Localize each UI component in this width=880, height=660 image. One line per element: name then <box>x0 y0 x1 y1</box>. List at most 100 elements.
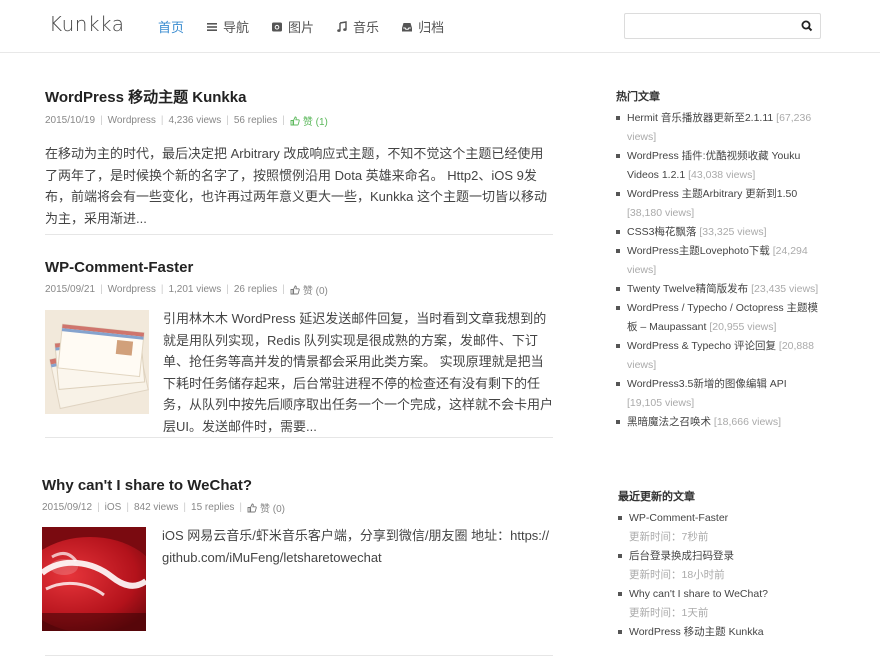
inbox-icon <box>402 22 413 31</box>
meta-separator: | <box>226 115 229 126</box>
list-item: WordPress 主题Arbitrary 更新到1.50 [38,180 vi… <box>616 185 824 223</box>
post-replies[interactable]: 26 replies <box>234 284 277 295</box>
recent-post-link[interactable]: WordPress 移动主题 Kunkka <box>629 626 764 638</box>
hot-post-views: [20,955 views] <box>709 321 777 333</box>
meta-separator: | <box>282 115 285 126</box>
meta-separator: | <box>183 502 187 513</box>
nav-item-label: 首页 <box>158 20 185 35</box>
meta-separator: | <box>126 502 129 513</box>
site-logo[interactable]: Kunkka <box>49 12 125 36</box>
thumbs-up-icon <box>247 503 257 512</box>
post-meta: 2015/09/12 | iOS | 842 views | 15 replie… <box>42 500 550 515</box>
nav-item-home[interactable]: 首页 <box>158 17 184 36</box>
post-title[interactable]: Why can't I share to WeChat? <box>42 477 550 494</box>
thumbs-up-icon <box>290 285 300 294</box>
recent-post-link[interactable]: WP-Comment-Faster <box>629 512 728 524</box>
hot-posts-list: Hermit 音乐播放器更新至2.1.11 [67,236 views] Wor… <box>616 109 824 432</box>
post-meta: 2015/10/19 | Wordpress | 4,236 views | 5… <box>45 113 553 128</box>
search-box <box>624 13 821 39</box>
list-item: Twenty Twelve精简版发布 [23,435 views] <box>616 280 824 299</box>
cola-can-image <box>42 527 146 631</box>
thumbs-up-icon <box>290 116 300 125</box>
list-item: 黑暗魔法之召唤术 [18,666 views] <box>616 413 824 432</box>
recent-post-time: 更新时间：7秒前 <box>629 531 709 543</box>
music-note-icon <box>337 20 347 32</box>
post-date: 2015/10/19 <box>45 115 96 126</box>
recent-post-time: 更新时间：1天前 <box>629 607 709 619</box>
hot-post-views: [38,180 views] <box>627 207 695 219</box>
list-item: WordPress & Typecho 评论回复 [20,888 views] <box>616 337 824 375</box>
like-count: 赞 (0) <box>302 286 328 297</box>
like-count: 赞 (1) <box>302 117 328 128</box>
meta-separator: | <box>160 115 164 126</box>
post-title[interactable]: WP-Comment-Faster <box>45 259 553 276</box>
hot-post-link[interactable]: WordPress主题Lovephoto下载 <box>627 245 770 257</box>
meta-separator: | <box>226 284 229 295</box>
nav-item-images[interactable]: 图片 <box>271 17 314 36</box>
hot-post-views: [23,435 views] <box>751 283 819 295</box>
post: WP-Comment-Faster 2015/09/21 | Wordpress… <box>45 259 553 297</box>
post-category[interactable]: iOS <box>105 502 122 513</box>
recent-post-link[interactable]: Why can't I share to WeChat? <box>629 588 768 600</box>
hot-post-link[interactable]: Twenty Twelve精简版发布 <box>627 283 748 295</box>
list-item: WordPress 移动主题 Kunkka <box>618 623 824 642</box>
post-divider <box>45 234 553 235</box>
list-item: 后台登录换成扫码登录 更新时间：18小时前 <box>618 547 824 585</box>
post-views: 1,201 views <box>168 284 222 295</box>
post-excerpt: iOS 网易云音乐/虾米音乐客户端，分享到微信/朋友圈 地址：https://g… <box>162 528 550 565</box>
post-title[interactable]: WordPress 移动主题 Kunkka <box>45 86 553 107</box>
post-category[interactable]: Wordpress <box>108 115 156 126</box>
post-thumbnail[interactable] <box>42 527 146 631</box>
search-icon[interactable] <box>800 19 814 33</box>
recent-post-link[interactable]: 后台登录换成扫码登录 <box>629 550 734 562</box>
like-button[interactable]: 赞 (0) <box>290 282 328 297</box>
like-count: 赞 (0) <box>260 504 285 515</box>
like-button[interactable]: 赞 (1) <box>290 113 328 128</box>
hot-post-link[interactable]: Hermit 音乐播放器更新至2.1.11 <box>627 112 773 124</box>
post-replies[interactable]: 56 replies <box>234 115 277 126</box>
post-thumbnail[interactable] <box>45 310 149 414</box>
nav-item-music[interactable]: 音乐 <box>336 17 379 36</box>
nav-item-archive[interactable]: 归档 <box>401 17 444 36</box>
post-views: 4,236 views <box>168 115 222 126</box>
site-header: Kunkka 首页 导航 图片 音乐 归档 <box>0 0 880 53</box>
meta-separator: | <box>282 284 285 295</box>
list-item: Why can't I share to WeChat? 更新时间：1天前 <box>618 585 824 623</box>
nav-item-label: 图片 <box>288 20 315 35</box>
list-item: WP-Comment-Faster 更新时间：7秒前 <box>618 509 824 547</box>
post-excerpt: 在移动为主的时代，最后决定把 Arbitrary 改成响应式主题，不知不觉这个主… <box>45 146 547 226</box>
hot-posts-title: 热门文章 <box>616 91 660 103</box>
hot-post-link[interactable]: WordPress3.5新增的图像编辑 API <box>627 378 787 390</box>
list-icon <box>207 22 218 31</box>
hot-post-link[interactable]: WordPress 主题Arbitrary 更新到1.50 <box>627 188 797 200</box>
like-button[interactable]: 赞 (0) <box>247 500 285 515</box>
list-item: WordPress主题Lovephoto下载 [24,294 views] <box>616 242 824 280</box>
post-excerpt: 引用林木木 WordPress 延迟发送邮件回复，当时看到文章我想到的就是用队列… <box>163 311 554 434</box>
hot-post-link[interactable]: 黑暗魔法之召唤术 <box>627 416 711 428</box>
recent-posts-title: 最近更新的文章 <box>618 491 695 503</box>
list-item: WordPress3.5新增的图像编辑 API [19,105 views] <box>616 375 824 413</box>
hot-post-views: [43,038 views] <box>688 169 756 181</box>
nav-item-navigation[interactable]: 导航 <box>206 17 249 36</box>
camera-icon <box>272 22 283 31</box>
meta-separator: | <box>239 502 242 513</box>
hot-post-views: [33,325 views] <box>699 226 767 238</box>
search-input[interactable] <box>625 14 790 38</box>
post-date: 2015/09/21 <box>45 284 96 295</box>
list-item: Hermit 音乐播放器更新至2.1.11 [67,236 views] <box>616 109 824 147</box>
envelopes-image <box>45 310 149 414</box>
hot-post-link[interactable]: CSS3梅花飘落 <box>627 226 696 238</box>
nav-item-label: 导航 <box>223 20 250 35</box>
post-replies[interactable]: 15 replies <box>191 502 234 513</box>
hot-post-views: [18,666 views] <box>713 416 782 428</box>
hot-post-link[interactable]: WordPress & Typecho 评论回复 <box>627 340 776 352</box>
meta-separator: | <box>160 284 164 295</box>
meta-separator: | <box>97 502 100 513</box>
hot-post-views: [19,105 views] <box>627 397 695 409</box>
post-divider <box>45 655 553 656</box>
post-category[interactable]: Wordpress <box>108 284 156 295</box>
main-nav: 首页 导航 图片 音乐 归档 <box>158 17 466 36</box>
post-divider <box>45 437 553 438</box>
post-meta: 2015/09/21 | Wordpress | 1,201 views | 2… <box>45 282 553 297</box>
recent-posts-list: WP-Comment-Faster 更新时间：7秒前 后台登录换成扫码登录 更新时间… <box>618 509 824 642</box>
